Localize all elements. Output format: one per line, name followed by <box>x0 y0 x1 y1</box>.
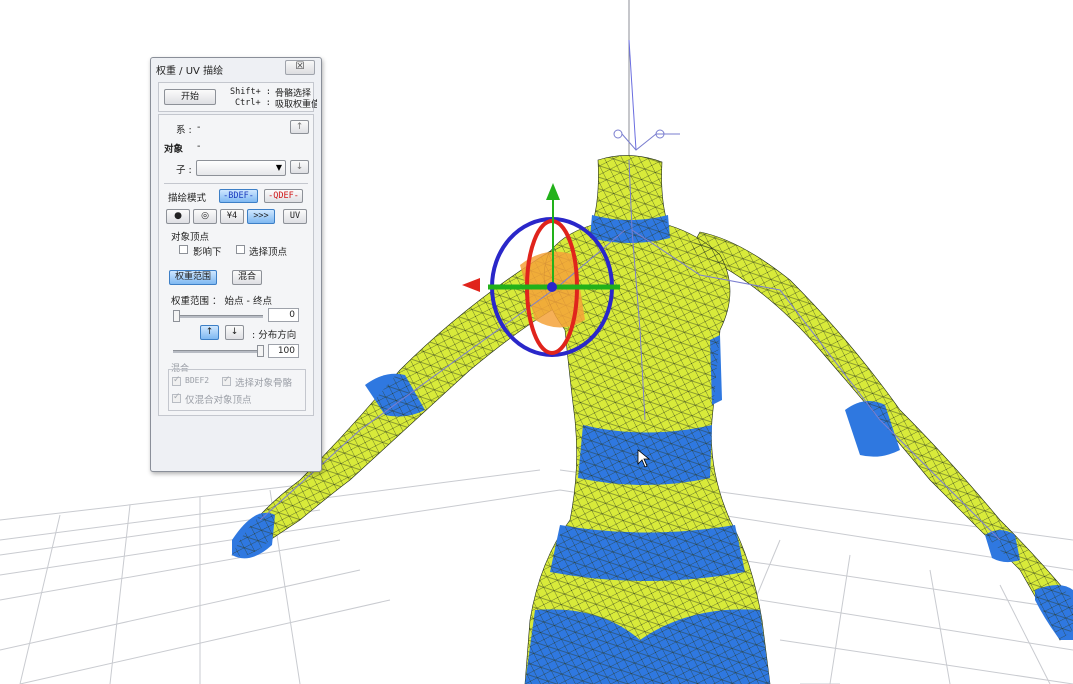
hint-ctrl-text: 吸取权重值 <box>275 100 317 110</box>
start-slider-track[interactable] <box>173 315 263 318</box>
distribution-text: 分布方向 <box>258 330 297 341</box>
chevron-down-icon: ▼ <box>275 163 282 172</box>
target-label: 对象 <box>164 144 184 155</box>
hint-ctrl-key: Ctrl+ : <box>235 98 271 108</box>
arrow-down-icon: ↓ <box>295 162 304 172</box>
hint-shift-key: Shift+ : <box>230 87 271 97</box>
direction-down-button[interactable]: ↓ <box>225 325 244 340</box>
range-label: 权重范围 ： 始点 - 终点 <box>171 296 273 307</box>
bone-label: 系 : <box>176 125 192 136</box>
blend-button[interactable]: 混合 <box>232 270 262 285</box>
direction-up-button[interactable]: ↑ <box>200 325 219 340</box>
end-slider-thumb[interactable] <box>257 345 264 357</box>
start-slider-thumb[interactable] <box>173 310 180 322</box>
window-title: 权重 / UV 描绘 <box>156 66 224 77</box>
end-slider-track[interactable] <box>173 350 263 353</box>
bone-value: - <box>197 122 201 133</box>
mode-forward-button[interactable]: >>> <box>247 209 275 224</box>
influence-checkbox[interactable] <box>179 245 188 254</box>
mode-uv-button[interactable]: UV <box>283 209 307 224</box>
select-vertex-label: 选择顶点 <box>249 247 288 258</box>
character-mesh <box>231 155 1073 684</box>
only-blend-checkbox[interactable] <box>172 392 181 403</box>
select-vertex-checkbox[interactable] <box>236 245 245 254</box>
divider <box>164 183 308 184</box>
child-down-button[interactable]: ↓ <box>290 160 309 174</box>
mode-circle-button[interactable]: ◎ <box>193 209 217 224</box>
target-value: - <box>197 141 201 152</box>
bdef2-label: BDEF2 <box>185 376 210 385</box>
bdef2-checkbox[interactable] <box>172 375 181 386</box>
target-vertices-label: 对象顶点 <box>171 232 210 243</box>
arrow-down-icon: ↓ <box>230 327 239 337</box>
arrow-up-icon: ↑ <box>295 122 304 132</box>
arrow-up-icon: ↑ <box>205 327 214 337</box>
mode-dot-button[interactable]: ● <box>166 209 190 224</box>
title-bar[interactable]: 权重 / UV 描绘 ☒ <box>151 58 321 78</box>
target-bone-label: 选择对象骨骼 <box>235 378 293 389</box>
only-blend-label: 仅混合对象顶点 <box>185 395 252 406</box>
mode-y4-button[interactable]: ¥4 <box>220 209 244 224</box>
paint-mode-label: 描绘模式 <box>168 193 207 204</box>
start-button[interactable]: 开始 <box>164 89 216 105</box>
target-bone-checkbox[interactable] <box>222 375 231 386</box>
bone-up-button[interactable]: ↑ <box>290 120 309 134</box>
bdef-button[interactable]: -BDEF- <box>219 189 258 203</box>
qdef-button[interactable]: -QDEF- <box>264 189 303 203</box>
weight-uv-paint-panel: 权重 / UV 描绘 ☒ 开始 Shift+ : 骨骼选择 Ctrl+ : 吸取… <box>150 57 322 472</box>
child-select[interactable]: ▼ <box>196 160 286 176</box>
child-label: 子 : <box>176 165 192 176</box>
weight-range-button[interactable]: 权重范围 <box>169 270 217 285</box>
close-button[interactable]: ☒ <box>285 60 315 75</box>
distribution-label: : 分布方向 <box>252 330 297 341</box>
start-value-field[interactable]: 0 <box>268 308 299 322</box>
influence-label: 影响下 <box>193 247 222 258</box>
end-value-field[interactable]: 100 <box>268 344 299 358</box>
